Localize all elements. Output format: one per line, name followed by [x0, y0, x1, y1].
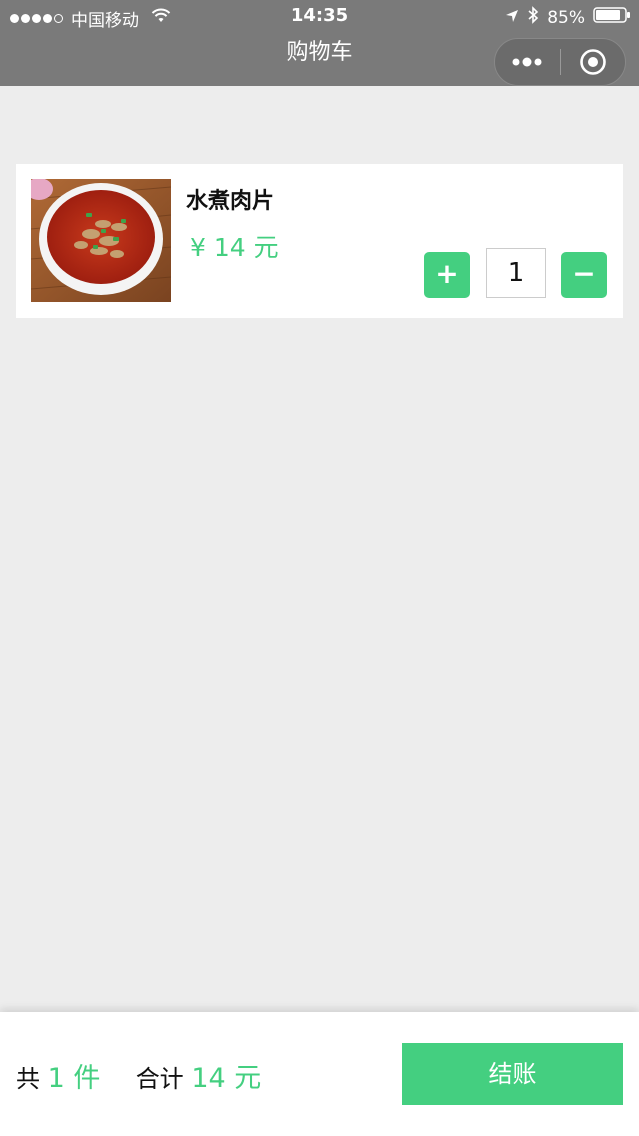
- total-amount: 14 元: [191, 1063, 262, 1094]
- close-button[interactable]: [561, 39, 626, 85]
- cart-item: 水煮肉片 ¥ 14 元 + −: [16, 164, 623, 318]
- dish-price: ¥ 14 元: [190, 233, 279, 262]
- checkout-button[interactable]: 结账: [402, 1043, 623, 1105]
- checkout-bar: 共 1 件 合计 14 元 结账: [0, 1012, 639, 1136]
- dish-image: [31, 179, 171, 302]
- decrease-quantity-button[interactable]: −: [561, 252, 607, 298]
- navigation-header: 中国移动 14:35 85% 购物车: [0, 0, 639, 86]
- dish-name: 水煮肉片: [186, 189, 275, 214]
- bluetooth-icon: [527, 6, 539, 29]
- battery-icon: [593, 6, 631, 29]
- mini-program-capsule: [494, 38, 626, 86]
- item-count: 1 件: [47, 1063, 101, 1094]
- more-icon: [512, 57, 542, 67]
- battery-percent: 85%: [547, 7, 585, 28]
- cart-summary: 共 1 件 合计 14 元: [16, 1056, 261, 1095]
- close-circle-icon: [579, 49, 606, 75]
- quantity-input[interactable]: [486, 248, 546, 298]
- location-icon: [505, 8, 519, 28]
- count-prefix: 共: [16, 1065, 40, 1093]
- total-prefix: 合计: [135, 1065, 184, 1093]
- status-bar-right: 85%: [505, 6, 631, 29]
- more-button[interactable]: [495, 39, 560, 85]
- increase-quantity-button[interactable]: +: [424, 252, 470, 298]
